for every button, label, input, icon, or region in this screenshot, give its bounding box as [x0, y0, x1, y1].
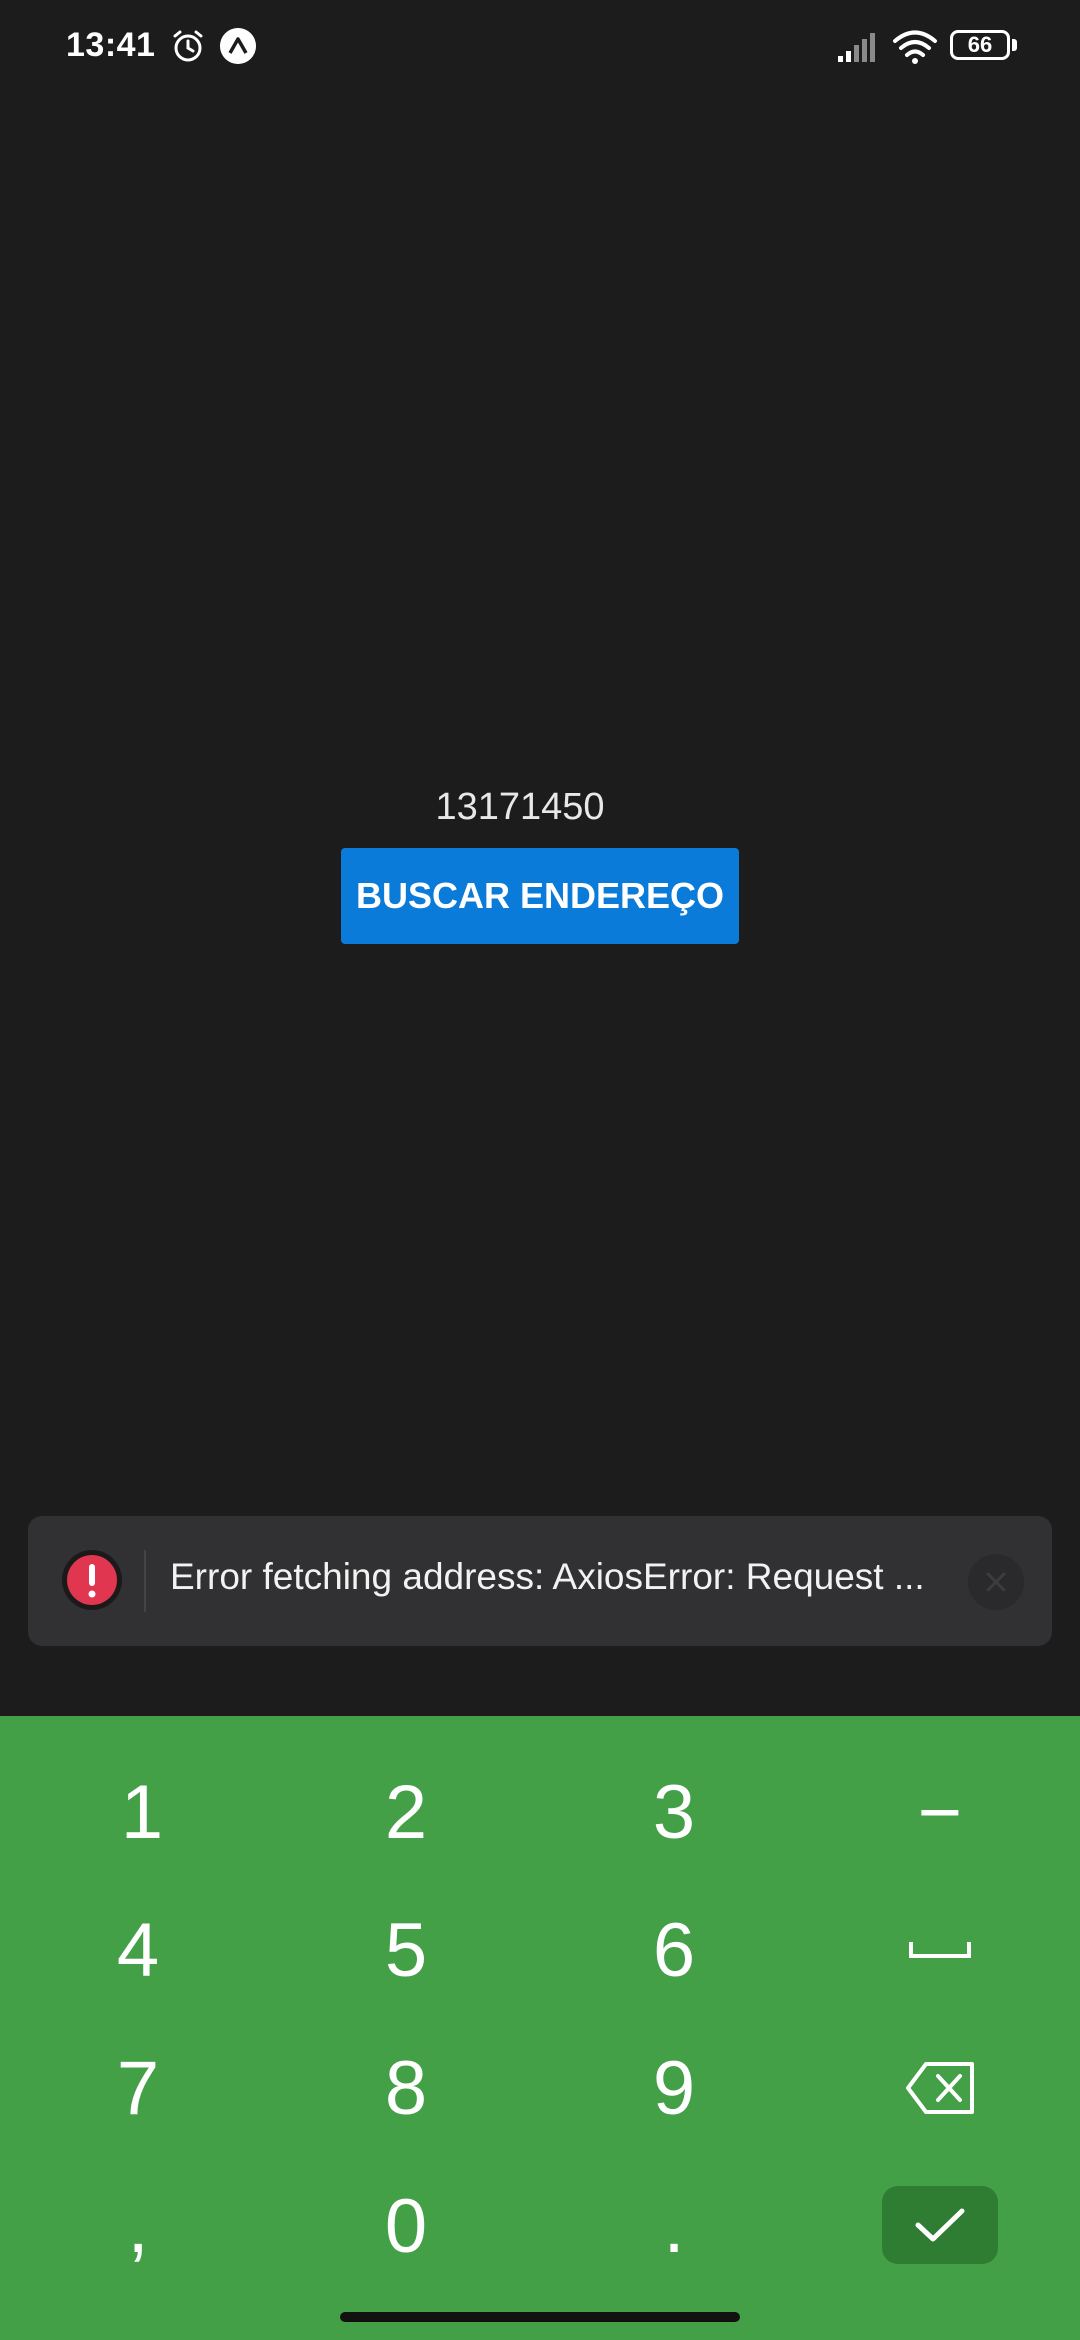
key-comma[interactable]: , — [28, 2166, 248, 2286]
status-bar: 13:41 66 — [0, 0, 1080, 96]
search-address-button[interactable]: BUSCAR ENDEREÇO — [341, 848, 739, 944]
cep-value: 13171450 — [435, 786, 605, 828]
alarm-icon — [173, 30, 203, 62]
key-4[interactable]: 4 — [28, 1890, 248, 2010]
key-6[interactable]: 6 — [564, 1890, 784, 2010]
expo-icon — [220, 28, 256, 64]
error-icon — [62, 1550, 122, 1610]
key-period[interactable]: . — [564, 2166, 784, 2286]
space-icon — [909, 1942, 971, 1958]
backspace-icon — [906, 2062, 974, 2114]
check-icon — [915, 2208, 965, 2242]
close-icon[interactable] — [968, 1554, 1024, 1610]
done-key[interactable] — [882, 2186, 998, 2264]
key-5[interactable]: 5 — [296, 1890, 516, 2010]
key-8[interactable]: 8 — [296, 2028, 516, 2148]
status-time: 13:41 — [66, 26, 156, 64]
key-space[interactable] — [830, 1890, 1050, 2010]
battery-level: 66 — [967, 32, 993, 57]
key-1[interactable]: 1 — [32, 1752, 252, 1872]
key-backspace[interactable] — [830, 2028, 1050, 2148]
wifi-icon — [893, 30, 937, 64]
signal-icon — [838, 33, 875, 62]
key-7[interactable]: 7 — [28, 2028, 248, 2148]
battery-icon: 66 — [950, 30, 1022, 64]
home-indicator[interactable] — [340, 2312, 740, 2322]
toast-divider — [144, 1550, 146, 1612]
toast-message: Error fetching address: AxiosError: Requ… — [170, 1556, 925, 1597]
error-toast[interactable]: Error fetching address: AxiosError: Requ… — [28, 1516, 1052, 1646]
key-3[interactable]: 3 — [564, 1752, 784, 1872]
key-minus[interactable]: − — [830, 1752, 1050, 1872]
app-screen: 13:41 66 13171450 BUSCAR ENDEREÇO Error … — [0, 0, 1080, 2340]
key-9[interactable]: 9 — [564, 2028, 784, 2148]
key-2[interactable]: 2 — [296, 1752, 516, 1872]
key-0[interactable]: 0 — [296, 2166, 516, 2286]
